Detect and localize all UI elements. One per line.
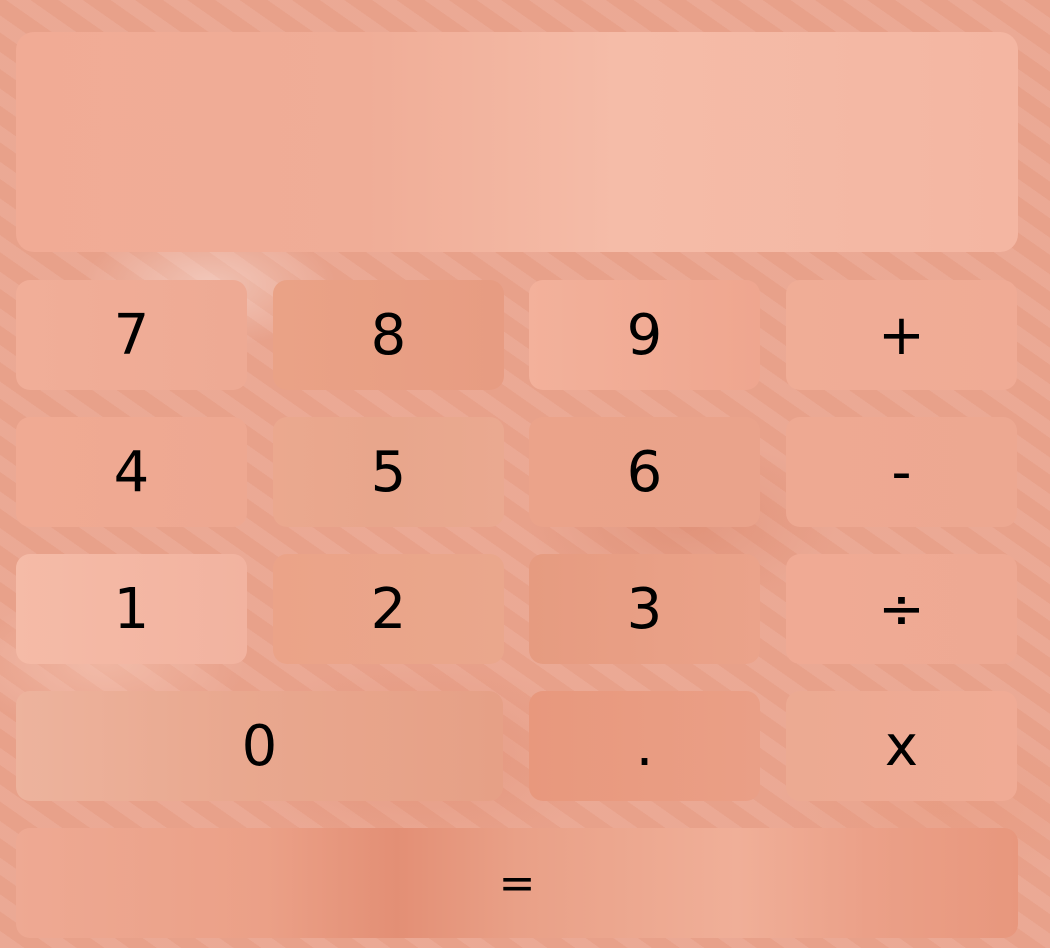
key-4-button[interactable]: 4: [16, 417, 247, 527]
key-6-button[interactable]: 6: [529, 417, 760, 527]
add-button[interactable]: +: [786, 280, 1017, 390]
divide-button[interactable]: ÷: [786, 554, 1017, 664]
key-8-button[interactable]: 8: [273, 280, 504, 390]
key-7-button[interactable]: 7: [16, 280, 247, 390]
subtract-button[interactable]: -: [786, 417, 1017, 527]
decimal-button[interactable]: .: [529, 691, 760, 801]
multiply-button[interactable]: x: [786, 691, 1017, 801]
key-9-button[interactable]: 9: [529, 280, 760, 390]
key-0-button[interactable]: 0: [16, 691, 503, 801]
key-3-button[interactable]: 3: [529, 554, 760, 664]
equals-button[interactable]: =: [16, 828, 1018, 938]
calculator-display: [16, 32, 1018, 252]
key-5-button[interactable]: 5: [273, 417, 504, 527]
key-1-button[interactable]: 1: [16, 554, 247, 664]
key-2-button[interactable]: 2: [273, 554, 504, 664]
